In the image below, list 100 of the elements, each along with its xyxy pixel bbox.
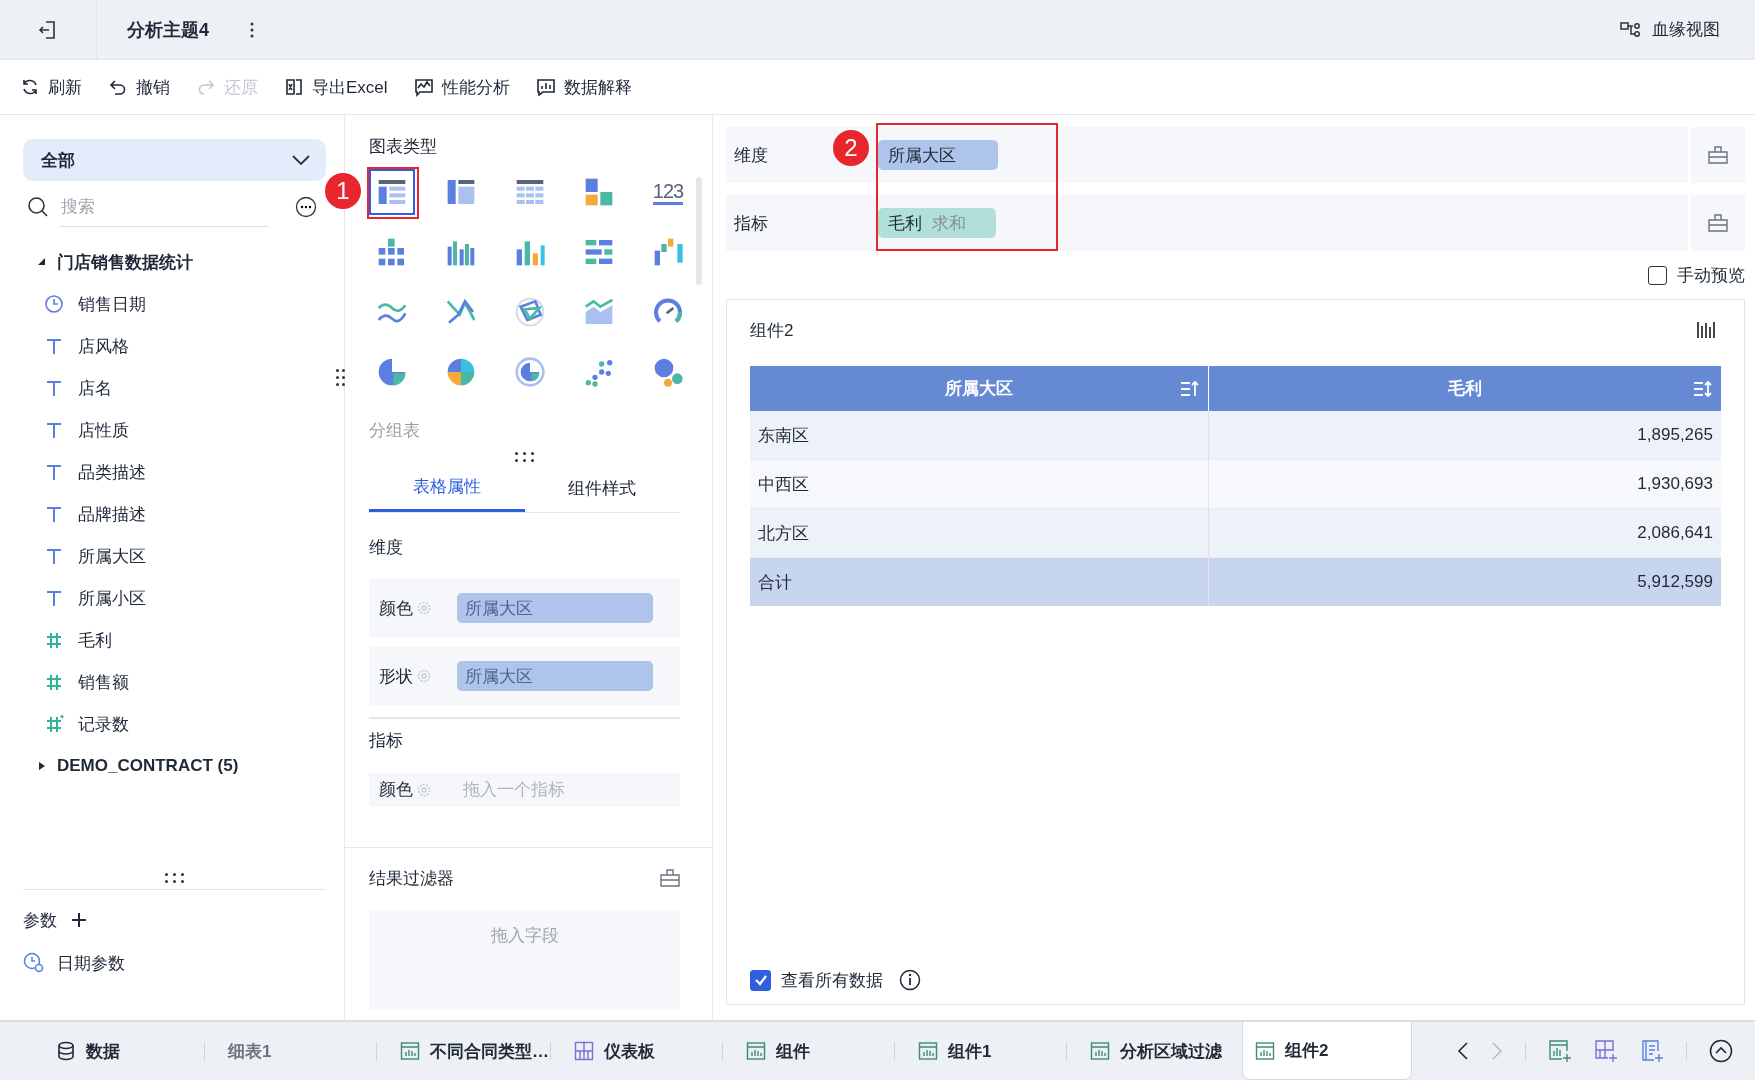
- section-title: 结果过滤器: [369, 867, 454, 890]
- text-type-icon: [44, 504, 64, 524]
- table-cell-text: 5,912,599: [1636, 571, 1714, 593]
- undo-icon: [108, 77, 128, 97]
- field-pill[interactable]: 毛利 求和: [878, 208, 996, 238]
- info-icon[interactable]: [899, 969, 921, 991]
- database-icon: [56, 1041, 76, 1061]
- add-dashboard-icon[interactable]: [1594, 1039, 1618, 1063]
- briefcase-icon[interactable]: [1708, 214, 1728, 232]
- explain-button[interactable]: 数据解释: [535, 75, 632, 99]
- donut-chart-icon: [514, 356, 546, 388]
- bar-chart-icon: [746, 1041, 766, 1061]
- section-title: 参数: [23, 909, 57, 932]
- field-item[interactable]: 所属小区: [23, 577, 326, 619]
- field-item[interactable]: 店名: [23, 367, 326, 409]
- more-icon[interactable]: [249, 21, 255, 38]
- table-cell: 合计: [750, 558, 1209, 606]
- field-item[interactable]: 销售额: [23, 661, 326, 703]
- radar-icon: [514, 296, 546, 328]
- chevron-down-icon: [292, 155, 310, 165]
- sheet-tab[interactable]: 细表1: [204, 1022, 376, 1080]
- property-tab[interactable]: 表格属性: [369, 464, 525, 512]
- number-type-icon: [44, 672, 64, 692]
- pie-chart-icon: [376, 356, 408, 388]
- sheet-tab[interactable]: 组件: [722, 1022, 894, 1080]
- text-type-icon: [44, 546, 64, 566]
- field-item[interactable]: 店性质: [23, 409, 326, 451]
- sheet-tab[interactable]: 分析区域过滤: [1066, 1022, 1238, 1080]
- performance-button[interactable]: 性能分析: [413, 75, 510, 99]
- field-pill[interactable]: 所属大区: [878, 140, 998, 170]
- chart-type-option[interactable]: 123: [645, 169, 691, 215]
- clock-icon: [23, 952, 45, 974]
- pie-chart-icon: [445, 356, 477, 388]
- slot-label: 颜色: [379, 597, 413, 620]
- property-tab[interactable]: 组件样式: [524, 464, 680, 512]
- more-icon[interactable]: [295, 196, 317, 218]
- add-chart-icon[interactable]: [1548, 1039, 1572, 1063]
- field-item[interactable]: 所属大区: [23, 535, 326, 577]
- field-item[interactable]: 品牌描述: [23, 493, 326, 535]
- collapse-icon[interactable]: [1709, 1039, 1733, 1063]
- sort-icon[interactable]: [1693, 379, 1713, 398]
- parameter-item[interactable]: 日期参数: [23, 940, 326, 986]
- refresh-button[interactable]: 刷新: [20, 75, 82, 99]
- field-item[interactable]: 店风格: [23, 325, 326, 367]
- briefcase-icon[interactable]: [660, 869, 680, 887]
- blocks-icon: [583, 176, 615, 208]
- sheet-tab[interactable]: 组件1: [894, 1022, 1066, 1080]
- previous-icon[interactable]: [1457, 1042, 1469, 1060]
- lineage-view-button[interactable]: 血缘视图: [1620, 18, 1720, 41]
- field-item[interactable]: 记录数: [23, 703, 326, 745]
- text-type-icon: [44, 420, 64, 440]
- field-item[interactable]: 销售日期: [23, 283, 326, 325]
- redo-icon: [196, 77, 216, 97]
- table-cell-text: 2,086,641: [1636, 522, 1714, 544]
- undo-button[interactable]: 撤销: [108, 75, 170, 99]
- text-type-icon: [44, 336, 64, 356]
- bar-chart-icon: [535, 77, 556, 97]
- add-report-icon[interactable]: [1640, 1039, 1664, 1063]
- sheet-tab[interactable]: 仪表板: [550, 1022, 722, 1080]
- section-title: 指标: [369, 730, 404, 752]
- bar-chart-icon: [1255, 1040, 1275, 1061]
- add-icon[interactable]: [71, 912, 87, 928]
- chart-type-option[interactable]: [369, 169, 415, 215]
- bar-chart-icon: [918, 1041, 938, 1061]
- shelf-label: 维度: [734, 144, 768, 167]
- section-title: 图表类型: [369, 136, 438, 158]
- excel-button[interactable]: 导出Excel: [284, 75, 388, 99]
- highlight-frame: [367, 167, 419, 219]
- shelf-label: 指标: [734, 212, 768, 235]
- sheet-tab[interactable]: 组件2: [1242, 1022, 1412, 1080]
- annotation-badge: 1: [325, 173, 361, 209]
- clock-icon: [44, 294, 64, 314]
- text-type-icon: [44, 378, 64, 398]
- slot-label: 颜色: [379, 779, 413, 801]
- search-field[interactable]: 搜索: [59, 187, 269, 227]
- text-type-icon: [44, 462, 64, 482]
- drop-field[interactable]: 颜色 拖入一个指标: [369, 772, 680, 807]
- bar-chart-icon: [652, 236, 684, 268]
- number-type-icon: [44, 630, 64, 650]
- number-type-icon: [44, 714, 64, 734]
- dataset-node[interactable]: 门店销售数据统计: [23, 241, 326, 283]
- field-item[interactable]: 毛利: [23, 619, 326, 661]
- text-type-icon: [44, 588, 64, 608]
- dataset-node[interactable]: DEMO_CONTRACT (5): [23, 745, 326, 787]
- widget-title: 组件2: [750, 319, 794, 342]
- chart-type-hint: 分组表: [369, 420, 421, 442]
- slot-label: 形状: [379, 665, 413, 688]
- bar-chart-icon[interactable]: [1696, 321, 1716, 339]
- chart-icon: [413, 77, 434, 97]
- briefcase-icon[interactable]: [1708, 146, 1728, 164]
- view-all-checkbox[interactable]: 查看所有数据: [750, 956, 883, 1004]
- search-icon: [27, 196, 49, 218]
- field-item[interactable]: 品类描述: [23, 451, 326, 493]
- scope-dropdown[interactable]: 全部: [23, 139, 326, 181]
- table-cell-text: 1,930,693: [1636, 473, 1714, 495]
- manual-preview-checkbox[interactable]: 手动预览: [1648, 263, 1745, 287]
- table-cell-text: 1,895,265: [1636, 424, 1714, 446]
- sheet-tab[interactable]: 不同合同类型…: [376, 1022, 550, 1080]
- sheet-tab[interactable]: 数据: [32, 1022, 204, 1080]
- sort-ascending-icon[interactable]: [1180, 379, 1200, 398]
